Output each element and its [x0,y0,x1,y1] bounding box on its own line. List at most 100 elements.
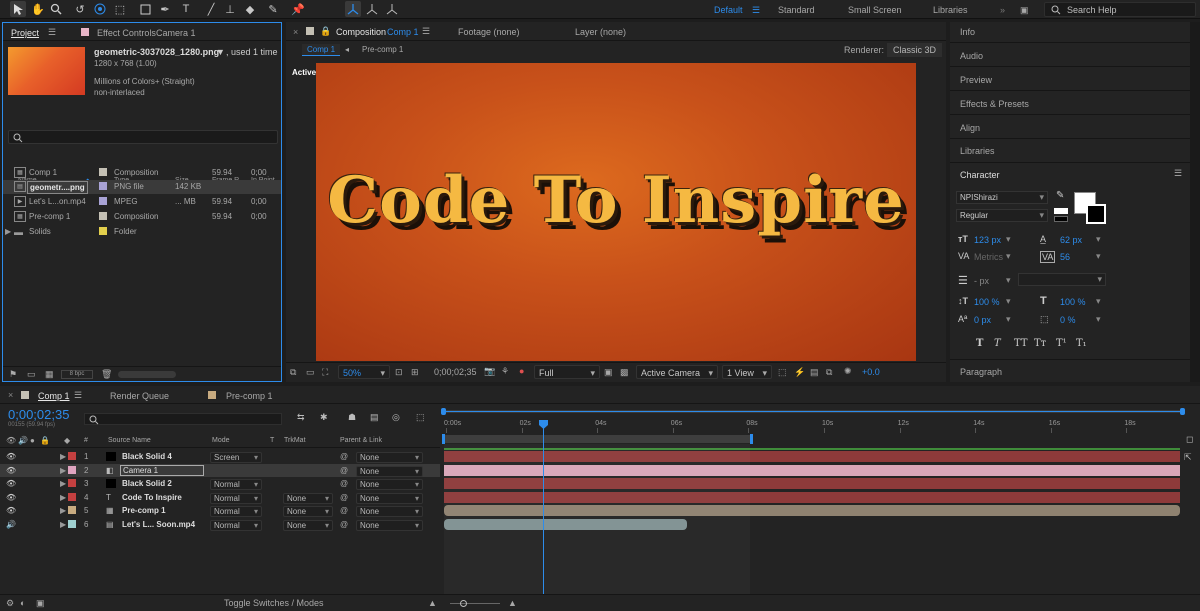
bit-depth-button[interactable]: 8 bpc [61,370,93,379]
layer-name[interactable]: Camera 1 [120,464,204,476]
work-area-bar[interactable] [444,411,1184,412]
video-switch-header-icon[interactable]: 👁 [6,436,16,445]
work-area-start-handle[interactable] [441,408,446,415]
exposure-value[interactable]: +0.0 [862,367,880,377]
audio-icon[interactable]: 🔊 [6,520,16,529]
zoom-tool-icon[interactable] [48,1,64,17]
current-time-display[interactable]: 0;00;02;35 [434,367,477,377]
timeline-menu-icon[interactable]: ☰ [74,390,82,401]
sync-settings-icon[interactable]: ▣ [1020,5,1029,16]
delete-icon[interactable]: 🗑 [101,369,112,380]
workspace-menu-icon[interactable]: ☰ [752,5,760,16]
graph-editor-icon[interactable]: ⬚ [416,412,425,423]
pick-whip-icon[interactable]: @ [340,452,348,461]
column-source-name[interactable]: Source Name [108,437,151,444]
transfer-controls-toggle-icon[interactable]: ◐ [20,598,25,608]
layer-name[interactable]: Black Solid 4 [122,452,172,461]
clone-stamp-tool-icon[interactable]: ⊥ [222,1,238,17]
timeline-icon[interactable]: ▤ [810,367,819,378]
pan-behind-tool-icon[interactable]: ⬚ [112,1,128,17]
layer-name[interactable]: Pre-comp 1 [122,506,166,515]
label-swatch[interactable] [99,182,107,190]
layer-search-input[interactable] [84,413,282,425]
layer-parent-dropdown[interactable]: None [356,465,423,477]
video-visibility-icon[interactable]: 👁 [6,493,16,502]
panel-libraries[interactable]: Libraries [960,146,995,156]
panel-paragraph[interactable]: Paragraph [960,367,1002,377]
video-visibility-icon[interactable]: 👁 [6,506,16,515]
pick-whip-icon[interactable]: @ [340,493,348,502]
comp-panel-menu-icon[interactable]: ☰ [422,26,430,37]
layer-label-swatch[interactable] [68,519,76,528]
rotate-tool-icon[interactable]: ↺ [72,1,88,17]
pick-whip-icon[interactable]: @ [340,520,348,529]
layer-name[interactable]: Let's L... Soon.mp4 [122,520,195,529]
baseline-shift-chevron-icon[interactable]: ▾ [1006,314,1011,325]
audio-switch-header-icon[interactable]: 🔊 [18,436,28,445]
panel-character-title[interactable]: Character [960,170,1000,180]
layer-mode-dropdown[interactable]: Normal [210,506,262,517]
disclosure-triangle-icon[interactable]: ▶ [60,506,66,515]
chevron-down-icon[interactable]: ▼ [216,47,225,57]
subscript-button[interactable]: T₁ [1076,338,1087,349]
project-item-precomp1[interactable]: ▦ Pre-comp 1 Composition 59.94 0;00 [3,210,281,224]
reset-exposure-icon[interactable]: ✺ [844,366,852,377]
tab-effect-controls[interactable]: Effect Controls [97,28,156,38]
layer-mode-dropdown[interactable]: Normal [210,492,262,504]
tab-render-queue[interactable]: Render Queue [110,391,169,401]
project-item-solids-folder[interactable]: ▶ ▬ Solids Folder [3,225,281,239]
faux-italic-button[interactable]: T [994,338,1001,349]
lock-icon[interactable]: 🔒 [320,26,331,37]
timeline-current-time[interactable]: 0;00;02;35 [8,407,69,422]
composition-viewer[interactable]: Code To Inspire [316,63,916,361]
font-size-value[interactable]: 123 px [974,235,1001,245]
rectangle-tool-icon[interactable] [137,1,153,17]
new-folder-icon[interactable]: ▭ [27,369,36,380]
disclosure-triangle-icon[interactable]: ▶ [60,466,66,475]
project-horizontal-scrollbar[interactable] [118,371,176,378]
baseline-shift-value[interactable]: 0 px [974,315,991,325]
disclosure-triangle-icon[interactable]: ▶ [60,452,66,461]
label-swatch[interactable] [99,197,107,205]
close-icon[interactable]: × [293,27,298,37]
grid-icon[interactable]: ⊞ [411,367,419,378]
label-swatch[interactable] [99,168,107,176]
tab-footage[interactable]: Footage (none) [458,27,520,37]
tab-precomp1[interactable]: Pre-comp 1 [226,391,273,401]
all-caps-button[interactable]: TT [1014,338,1028,349]
workspace-default[interactable]: Default [714,5,743,15]
pick-whip-icon[interactable]: @ [340,466,348,475]
draft-3d-icon[interactable]: ✱ [320,412,328,423]
layer-row[interactable]: 🔊 ▶ 6 ▤ Let's L... Soon.mp4 Normal None @ None [0,518,440,531]
panel-audio[interactable]: Audio [960,51,983,61]
comp-button-icon[interactable]: ◻ [1186,434,1193,445]
region-of-interest-icon[interactable]: ▣ [604,367,613,378]
mask-visibility-icon[interactable]: ⛶ [322,367,328,378]
project-item-video[interactable]: ▶ Let's L...on.mp4 MPEG ... MB 59.94 0;0… [3,195,281,209]
tracking-chevron-icon[interactable]: ▾ [1096,251,1101,262]
zoom-out-icon[interactable]: ▲ [428,598,437,608]
character-menu-icon[interactable]: ☰ [1174,168,1182,179]
timeline-zoom-track[interactable] [450,603,500,604]
project-menu-icon[interactable]: ☰ [48,27,56,38]
layer-row[interactable]: 👁 ▶ 5 ▦ Pre-comp 1 Normal None @ None [0,504,440,517]
pick-whip-icon[interactable]: @ [340,506,348,515]
layer-parent-dropdown[interactable]: None [356,506,423,517]
layer-mode-dropdown[interactable]: Screen [210,452,262,463]
video-visibility-icon[interactable]: 👁 [6,452,16,461]
color-channel-icon[interactable]: ● [519,366,524,376]
type-tool-icon[interactable]: T [178,1,194,17]
vertical-scale-value[interactable]: 100 % [974,297,1000,307]
workspace-small-screen[interactable]: Small Screen [848,5,902,15]
playhead-line[interactable] [543,420,544,594]
project-item-comp1[interactable]: ▦ Comp 1 Composition 59.94 0;00 [3,166,281,180]
tab-comp1[interactable]: Comp 1 [38,391,70,401]
fill-black-swatch[interactable] [1054,216,1068,222]
disclosure-triangle-icon[interactable]: ▶ [60,479,66,488]
render-area-end-handle[interactable] [750,434,753,444]
flowchart-icon[interactable]: ⧉ [826,367,832,378]
eraser-tool-icon[interactable]: ◆ [242,1,258,17]
disclosure-triangle-icon[interactable]: ▶ [60,493,66,502]
layer-switches-toggle-icon[interactable]: ⚙ [6,598,14,609]
layer-label-swatch[interactable] [68,452,76,460]
